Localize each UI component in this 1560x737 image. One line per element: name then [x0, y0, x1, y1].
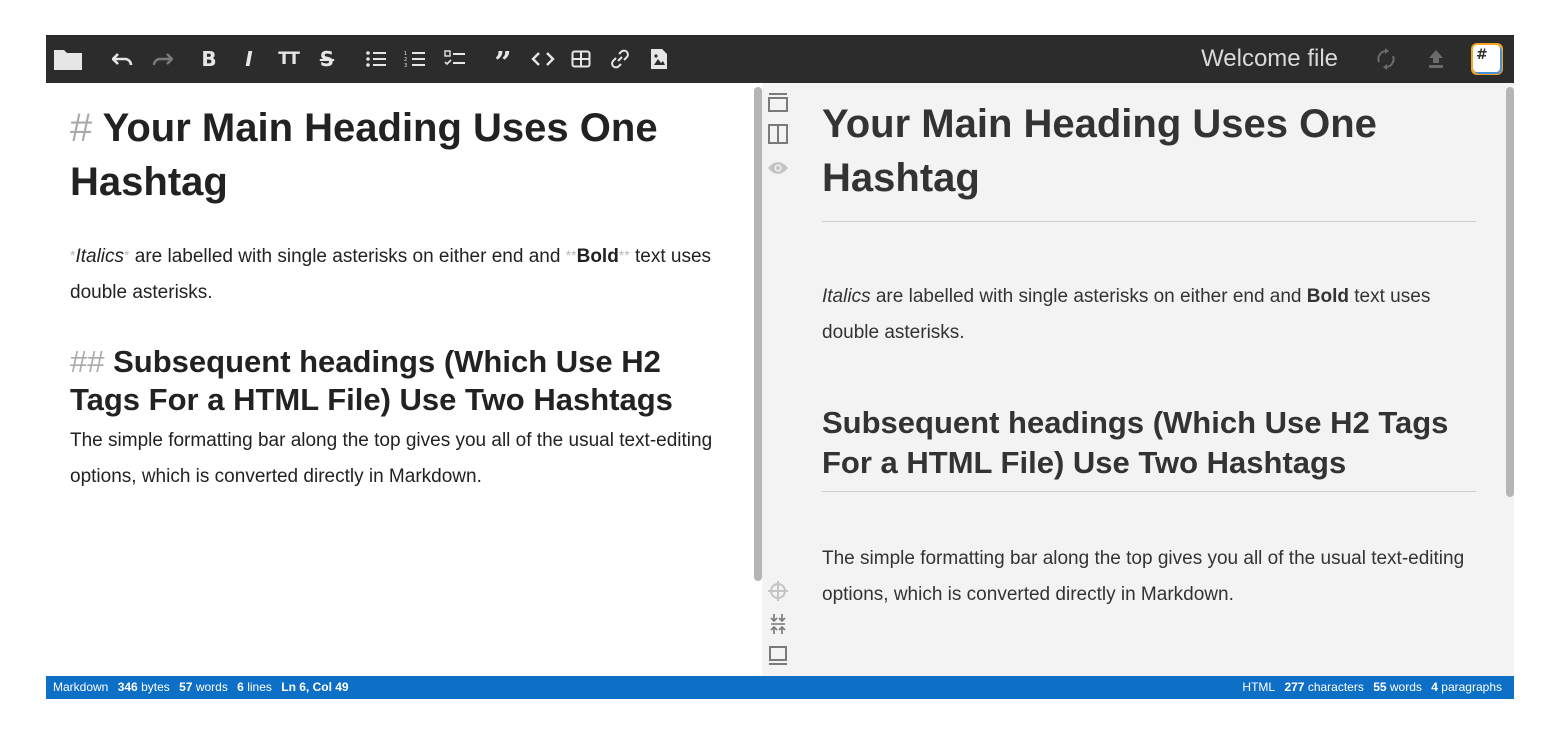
preview-eye-icon[interactable] [767, 157, 789, 179]
quote-icon[interactable]: ” [492, 43, 514, 79]
bold-icon[interactable]: B [198, 43, 220, 75]
markdown-editor[interactable]: # Your Main Heading Uses One Hashtag *It… [46, 83, 754, 676]
bold-close-mark: ** [618, 247, 630, 263]
svg-text:3: 3 [404, 63, 407, 68]
preview-heading-1: Your Main Heading Uses One Hashtag [822, 97, 1476, 222]
status-words-label: words [195, 680, 228, 694]
svg-text:#: # [1476, 47, 1488, 63]
status-lines-count: 6 [237, 680, 244, 694]
editor-bold-text: Bold [576, 246, 619, 267]
stackedit-logo-icon[interactable]: # [1470, 43, 1504, 75]
status-bytes-label: bytes [141, 680, 170, 694]
preview-p1-mid: are labelled with single asterisks on ei… [870, 286, 1307, 307]
preview-paragraph-2: The simple formatting bar along the top … [822, 548, 1465, 605]
editor-scrollbar[interactable] [754, 87, 762, 581]
html-preview: Your Main Heading Uses One Hashtag Itali… [792, 83, 1514, 676]
status-html-words-count: 55 [1373, 680, 1387, 694]
toggle-navbar-icon[interactable] [767, 91, 789, 113]
editor-stats: Markdown 346 bytes 57 words 6 lines Ln 6… [53, 676, 349, 699]
h2-markdown-mark: ## [70, 344, 105, 379]
editor-heading-2: ## Subsequent headings (Which Use H2 Tag… [70, 343, 735, 419]
app-window: B I TT S 123 ” Welcome file # # Your Mai… [46, 35, 1514, 699]
bold-open-mark: ** [565, 247, 577, 263]
heading-icon-label: TT [278, 49, 300, 69]
editor-italic-text: Italics [75, 246, 125, 267]
status-lines-label: lines [247, 680, 272, 694]
code-icon[interactable] [530, 43, 556, 75]
h1-markdown-mark: # [70, 106, 93, 150]
toggle-sidepreview-icon[interactable] [767, 123, 789, 145]
publish-icon[interactable] [1424, 43, 1448, 75]
link-icon[interactable] [609, 43, 631, 75]
status-mode-html: HTML [1242, 680, 1276, 694]
status-chars-count: 277 [1284, 680, 1305, 694]
status-html-words-label: words [1389, 680, 1422, 694]
status-mode-markdown: Markdown [53, 680, 109, 694]
unordered-list-icon[interactable] [364, 43, 388, 75]
preview-stats: HTML 277 characters 55 words 4 paragraph… [1242, 676, 1502, 699]
preview-paragraph-1: Italics are labelled with single asteris… [822, 279, 1476, 351]
undo-icon[interactable] [110, 43, 136, 75]
ordered-list-icon[interactable]: 123 [403, 43, 427, 75]
scroll-sync-icon[interactable] [767, 580, 789, 602]
preview-scrollbar[interactable] [1506, 87, 1514, 497]
redo-icon[interactable] [150, 43, 174, 75]
toggle-toc-icon[interactable] [767, 613, 789, 635]
italic-icon[interactable]: I [238, 43, 260, 75]
status-bytes-count: 346 [117, 680, 138, 694]
check-list-icon[interactable] [443, 43, 467, 75]
status-bar: Markdown 346 bytes 57 words 6 lines Ln 6… [46, 676, 1514, 699]
image-icon[interactable] [648, 43, 670, 75]
editor-paragraph-1: *Italics* are labelled with single aster… [70, 237, 735, 311]
status-cursor-position: Ln 6, Col 49 [281, 680, 349, 694]
status-chars-label: characters [1307, 680, 1364, 694]
strikethrough-icon[interactable]: S [316, 43, 338, 75]
editor-paragraph-2: The simple formatting bar along the top … [70, 430, 713, 487]
toolbar: B I TT S 123 ” Welcome file # [46, 35, 1514, 83]
editor-h2-text: Subsequent headings (Which Use H2 Tags F… [70, 344, 673, 417]
status-words-count: 57 [179, 680, 193, 694]
editor-p1-mid: are labelled with single asterisks on ei… [129, 246, 566, 267]
status-paragraphs-label: paragraphs [1441, 680, 1502, 694]
editor-h1-text: Your Main Heading Uses One Hashtag [70, 106, 658, 204]
folder-icon[interactable] [52, 43, 84, 75]
preview-bold-text: Bold [1306, 286, 1349, 307]
table-icon[interactable] [570, 43, 592, 75]
preview-italic-text: Italics [822, 286, 871, 307]
sync-icon[interactable] [1374, 43, 1398, 75]
preview-heading-2: Subsequent headings (Which Use H2 Tags F… [822, 403, 1476, 492]
document-title[interactable]: Welcome file [1201, 45, 1338, 73]
side-button-column [762, 83, 792, 676]
toggle-statusbar-icon[interactable] [767, 645, 789, 667]
status-paragraphs-count: 4 [1431, 680, 1438, 694]
heading-icon[interactable]: TT [276, 43, 300, 75]
editor-heading-1: # Your Main Heading Uses One Hashtag [70, 101, 710, 209]
